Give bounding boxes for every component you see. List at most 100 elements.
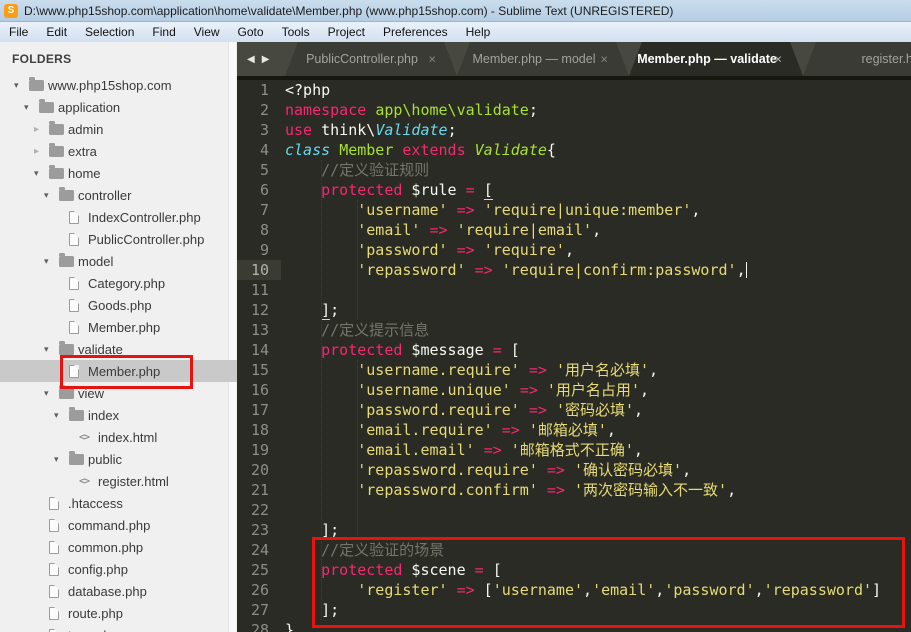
title-bar[interactable]: S D:\www.php15shop.com\application\home\… — [0, 0, 911, 22]
tree-item-label: view — [78, 385, 105, 401]
tree-item-category-php[interactable]: Category.php — [0, 272, 237, 294]
tab-register-html[interactable]: register.html — [803, 42, 911, 76]
tree-item-htaccess[interactable]: .htaccess — [0, 492, 237, 514]
tree-item-indexcontroller-php[interactable]: IndexController.php — [0, 206, 237, 228]
collapse-arrow-icon[interactable]: ▾ — [24, 102, 39, 113]
tree-item-model[interactable]: ▾ model — [0, 250, 237, 272]
code-line[interactable]: 'email.require' => '邮箱必填', — [285, 420, 911, 440]
code-line[interactable]: 'repassword.require' => '确认密码必填', — [285, 460, 911, 480]
tree-item-publiccontroller-php[interactable]: PublicController.php — [0, 228, 237, 250]
code-line[interactable]: //定义验证规则 — [285, 160, 911, 180]
expand-arrow-icon[interactable]: ▸ — [34, 124, 49, 135]
tree-item-register-html[interactable]: <> register.html — [0, 470, 237, 492]
collapse-arrow-icon[interactable]: ▾ — [14, 80, 29, 91]
code-line[interactable]: class Member extends Validate{ — [285, 140, 911, 160]
tree-item-www-php15shop-com[interactable]: ▾ www.php15shop.com — [0, 74, 237, 96]
tree-item-admin[interactable]: ▸ admin — [0, 118, 237, 140]
tree-item-route-php[interactable]: route.php — [0, 602, 237, 624]
code-line[interactable]: protected $rule = [ — [285, 180, 911, 200]
collapse-arrow-icon[interactable]: ▾ — [54, 410, 69, 421]
tree-item-member-php[interactable]: Member.php — [0, 316, 237, 338]
tab-close-icon[interactable]: × — [428, 53, 436, 66]
code-line[interactable]: 'username.require' => '用户名必填', — [285, 360, 911, 380]
tree-item-view[interactable]: ▾ view — [0, 382, 237, 404]
tree-item-common-php[interactable]: common.php — [0, 536, 237, 558]
code-line[interactable]: } — [285, 620, 911, 632]
code-line[interactable] — [285, 500, 911, 520]
file-icon — [49, 606, 68, 620]
code-line[interactable]: 'password.require' => '密码必填', — [285, 400, 911, 420]
code-line[interactable]: ]; — [285, 600, 911, 620]
menu-item-edit[interactable]: Edit — [37, 22, 76, 42]
menu-item-tools[interactable]: Tools — [273, 22, 319, 42]
menu-item-selection[interactable]: Selection — [76, 22, 143, 42]
code-line[interactable]: use think\Validate; — [285, 120, 911, 140]
tab-scroll-right-icon[interactable]: ▶ — [262, 54, 270, 65]
code-line[interactable]: 'username' => 'require|unique:member', — [285, 200, 911, 220]
tab-publiccontroller-php[interactable]: PublicController.php × — [285, 42, 457, 76]
code-lines[interactable]: <?php namespace app\home\validate; use thi… — [285, 80, 911, 632]
tab-member-php-model[interactable]: Member.php — model × — [457, 42, 629, 76]
menu-item-file[interactable]: File — [0, 22, 37, 42]
tree-item-database-php[interactable]: database.php — [0, 580, 237, 602]
menu-item-view[interactable]: View — [185, 22, 229, 42]
tree-item-label: register.html — [98, 473, 169, 489]
code-line[interactable]: namespace app\home\validate; — [285, 100, 911, 120]
menu-item-project[interactable]: Project — [319, 22, 374, 42]
tree-item-home[interactable]: ▾ home — [0, 162, 237, 184]
menu-item-goto[interactable]: Goto — [229, 22, 273, 42]
tree-item-controller[interactable]: ▾ controller — [0, 184, 237, 206]
code-line[interactable]: //定义提示信息 — [285, 320, 911, 340]
code-line[interactable]: protected $message = [ — [285, 340, 911, 360]
tree-item-label: Member.php — [88, 363, 161, 379]
collapse-arrow-icon[interactable]: ▾ — [44, 344, 59, 355]
line-number: 9 — [259, 241, 269, 259]
tree-item-config-php[interactable]: config.php — [0, 558, 237, 580]
code-line[interactable]: 'email.email' => '邮箱格式不正确', — [285, 440, 911, 460]
code-line[interactable]: 'email' => 'require|email', — [285, 220, 911, 240]
code-line[interactable]: 'password' => 'require', — [285, 240, 911, 260]
menu-item-preferences[interactable]: Preferences — [374, 22, 457, 42]
code-editor[interactable]: 1 2 3 4 5 6 7 8 9 10 11 12 13 14 15 16 17 18 19 20 21 22 23 24 2… — [237, 80, 911, 632]
collapse-arrow-icon[interactable]: ▾ — [34, 168, 49, 179]
tree-item-index-html[interactable]: <> index.html — [0, 426, 237, 448]
tab-scroll-left-icon[interactable]: ◀ — [247, 54, 255, 65]
tab-close-icon[interactable]: × — [600, 53, 608, 66]
line-number: 28 — [250, 621, 269, 632]
tab-close-icon[interactable]: × — [774, 53, 782, 66]
code-line[interactable] — [285, 280, 911, 300]
expand-arrow-icon[interactable]: ▸ — [34, 146, 49, 157]
code-line[interactable]: 'repassword' => 'require|confirm:passwor… — [285, 260, 911, 280]
menu-item-help[interactable]: Help — [457, 22, 500, 42]
collapse-arrow-icon[interactable]: ▾ — [44, 388, 59, 399]
collapse-arrow-icon[interactable]: ▾ — [44, 256, 59, 267]
menu-item-find[interactable]: Find — [143, 22, 184, 42]
tree-item-label: application — [58, 99, 121, 115]
collapse-arrow-icon[interactable]: ▾ — [44, 190, 59, 201]
tree-item-goods-php[interactable]: Goods.php — [0, 294, 237, 316]
code-line[interactable]: ]; — [285, 300, 911, 320]
tree-item-label: config.php — [68, 561, 128, 577]
code-line[interactable]: 'repassword.confirm' => '两次密码输入不一致', — [285, 480, 911, 500]
tree-item-member-php[interactable]: Member.php — [0, 360, 237, 382]
code-line[interactable]: 'username.unique' => '用户名占用', — [285, 380, 911, 400]
code-line[interactable]: 'register' => ['username','email','passw… — [285, 580, 911, 600]
tree-item-public[interactable]: ▾ public — [0, 448, 237, 470]
line-number: 2 — [259, 101, 269, 119]
tree-item-tags-php[interactable]: tags.php — [0, 624, 237, 632]
tree-item-application[interactable]: ▾ application — [0, 96, 237, 118]
tree-item-extra[interactable]: ▸ extra — [0, 140, 237, 162]
tree-item-label: public — [88, 451, 122, 467]
line-number: 13 — [250, 321, 269, 339]
collapse-arrow-icon[interactable]: ▾ — [54, 454, 69, 465]
file-icon — [69, 232, 88, 246]
code-line[interactable]: <?php — [285, 80, 911, 100]
code-line[interactable]: protected $scene = [ — [285, 560, 911, 580]
code-line[interactable]: ]; — [285, 520, 911, 540]
line-number: 5 — [259, 161, 269, 179]
tree-item-index[interactable]: ▾ index — [0, 404, 237, 426]
tree-item-command-php[interactable]: command.php — [0, 514, 237, 536]
tree-item-validate[interactable]: ▾ validate — [0, 338, 237, 360]
code-line[interactable]: //定义验证的场景 — [285, 540, 911, 560]
tab-member-php-validate[interactable]: Member.php — validate × — [629, 42, 803, 76]
